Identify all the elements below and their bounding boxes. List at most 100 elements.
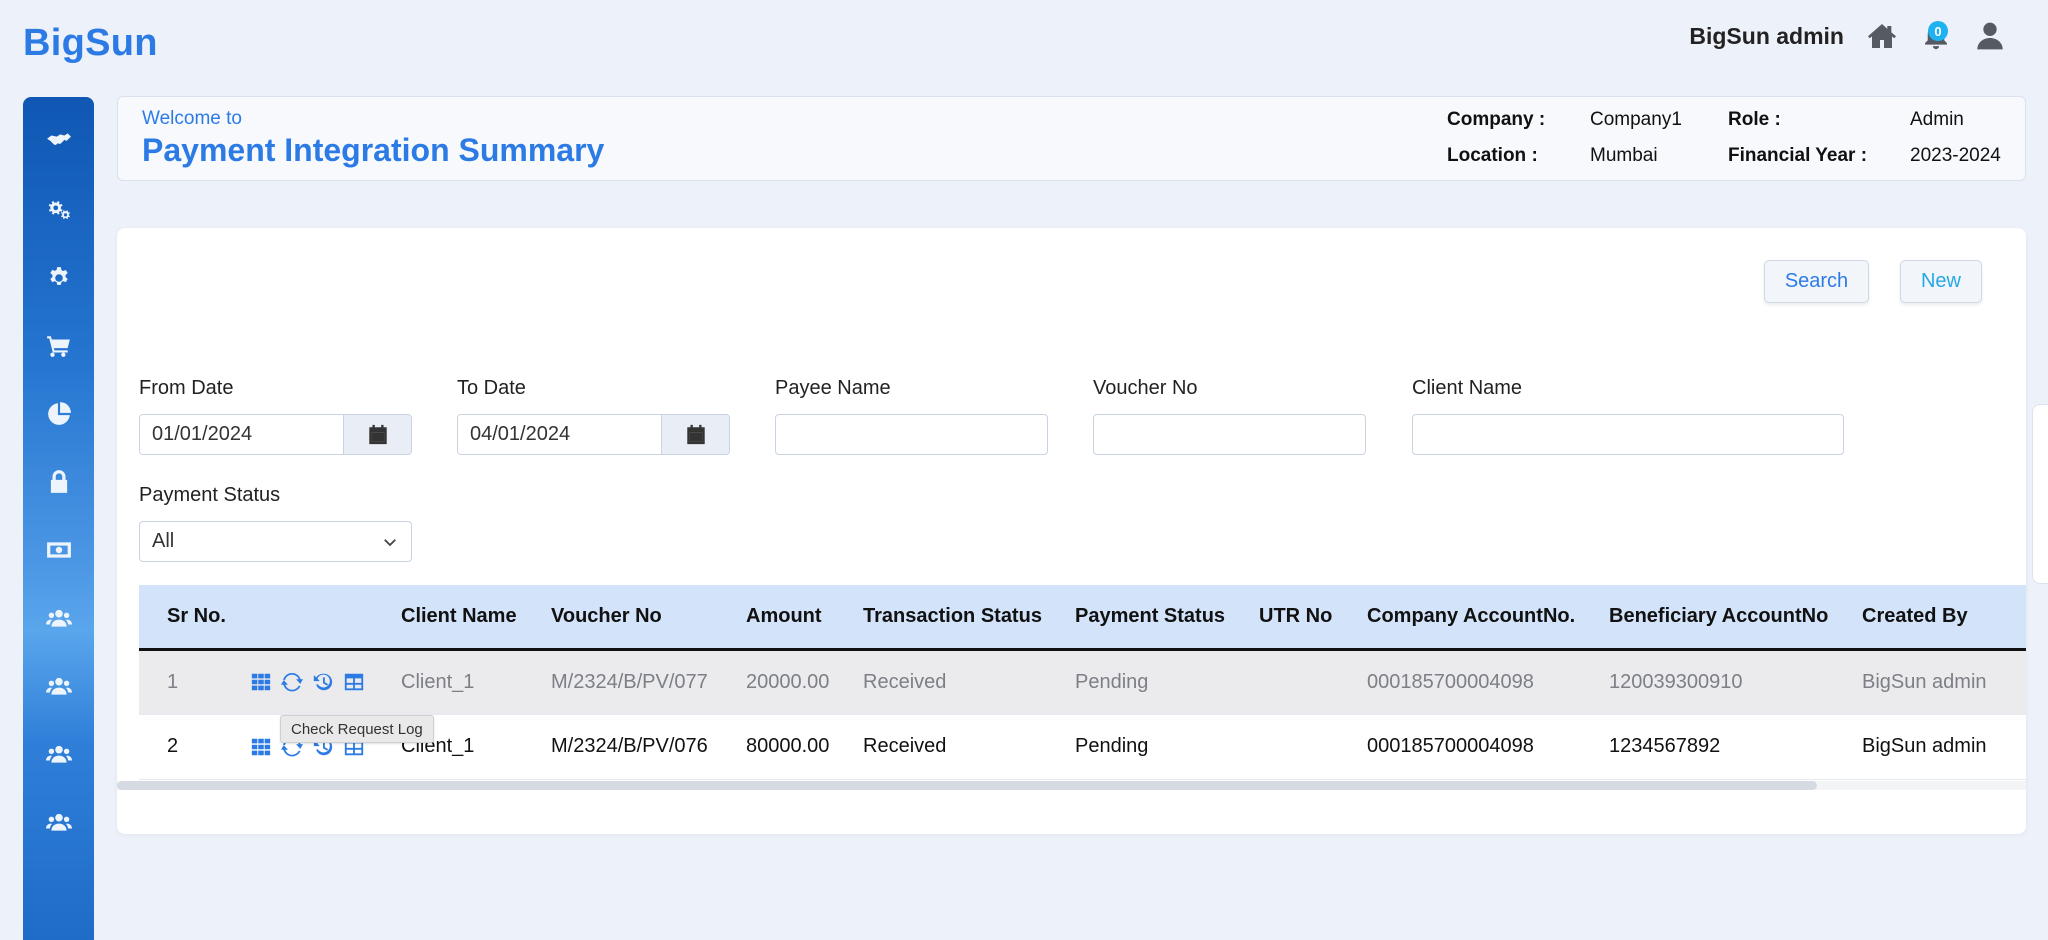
location-value: Mumbai — [1590, 145, 1658, 166]
cell-created-by: BigSun admin — [1854, 714, 2026, 780]
from-date-field: 01/01/2024 — [139, 414, 412, 455]
side-panel-handle[interactable] — [2032, 404, 2048, 584]
bell-icon[interactable]: 0 — [1918, 18, 1954, 54]
sidebar-item-cart[interactable] — [23, 312, 94, 380]
cell-voucher-no: M/2324/B/PV/077 — [543, 649, 738, 715]
role-value: Admin — [1910, 109, 1964, 130]
cell-company-account-no: 000185700004098 — [1359, 714, 1601, 780]
col-amount[interactable]: Amount — [738, 585, 855, 651]
from-date-calendar-button[interactable] — [343, 415, 411, 454]
user-icon[interactable] — [1972, 18, 2008, 54]
sidebar-item-users-4[interactable] — [23, 788, 94, 856]
cell-utr-no — [1251, 714, 1359, 780]
new-button[interactable]: New — [1900, 260, 1982, 303]
user-name: BigSun admin — [1689, 22, 1844, 49]
cart-icon — [46, 336, 70, 357]
sidebar — [23, 97, 94, 940]
cell-beneficiary-account-no: 120039300910 — [1601, 649, 1854, 715]
col-payment-status[interactable]: Payment Status — [1067, 585, 1251, 651]
search-button[interactable]: Search — [1764, 260, 1869, 303]
grid-view-icon[interactable] — [249, 671, 272, 694]
table-row[interactable]: 1 Client_1 M/2324/B/PV/077 20000.00 Rece… — [139, 649, 2026, 715]
cell-utr-no — [1251, 649, 1359, 715]
page-title: Payment Integration Summary — [142, 132, 605, 168]
company-value: Company1 — [1590, 109, 1682, 130]
cell-amount: 80000.00 — [738, 714, 855, 780]
sidebar-item-users-2[interactable] — [23, 652, 94, 720]
notification-badge: 0 — [1928, 21, 1948, 41]
scrollbar-thumb[interactable] — [117, 781, 1817, 790]
grid-view-icon[interactable] — [249, 735, 272, 758]
cell-transaction-status: Received — [855, 714, 1067, 780]
payee-name-label: Payee Name — [775, 377, 891, 399]
col-actions — [241, 585, 393, 651]
company-label: Company : — [1447, 109, 1546, 130]
sidebar-item-payments[interactable] — [23, 516, 94, 584]
users-icon — [45, 609, 72, 627]
calendar-icon — [368, 424, 387, 444]
topbar-user-area: BigSun admin 0 — [1689, 14, 2008, 58]
cell-actions — [241, 649, 393, 715]
check-request-log-tooltip: Check Request Log — [280, 715, 434, 743]
from-date-input[interactable]: 01/01/2024 — [140, 415, 343, 454]
sidebar-item-security[interactable] — [23, 448, 94, 516]
main-card: Search New From Date 01/01/2024 To Date … — [117, 228, 2026, 834]
cell-payment-status: Pending — [1067, 714, 1251, 780]
col-beneficiary-account-no[interactable]: Beneficiary AccountNo — [1601, 585, 1854, 651]
to-date-field: 04/01/2024 — [457, 414, 730, 455]
cell-beneficiary-account-no: 1234567892 — [1601, 714, 1854, 780]
location-label: Location : — [1447, 145, 1538, 166]
col-created-by[interactable]: Created By — [1854, 585, 2026, 651]
users-icon — [45, 813, 72, 831]
users-icon — [45, 677, 72, 695]
cell-sr: 2 — [139, 714, 241, 780]
col-sr-no[interactable]: Sr No. — [139, 585, 241, 651]
sidebar-item-reports[interactable] — [23, 380, 94, 448]
results-table: Sr No. Client Name Voucher No Amount Tra… — [139, 585, 2026, 780]
to-date-calendar-button[interactable] — [661, 415, 729, 454]
payment-status-value: All — [152, 530, 175, 552]
cell-sr: 1 — [139, 649, 241, 715]
refresh-icon[interactable] — [280, 671, 303, 694]
col-transaction-status[interactable]: Transaction Status — [855, 585, 1067, 651]
payee-name-input[interactable] — [775, 414, 1048, 455]
table-header-row: Sr No. Client Name Voucher No Amount Tra… — [139, 585, 2026, 651]
sidebar-item-users-1[interactable] — [23, 584, 94, 652]
cell-voucher-no: M/2324/B/PV/076 — [543, 714, 738, 780]
cell-payment-status: Pending — [1067, 649, 1251, 715]
welcome-text: Welcome to — [142, 108, 242, 129]
calendar-icon — [686, 424, 705, 444]
chevron-down-icon — [384, 538, 396, 546]
gear-icon — [49, 267, 68, 285]
table-view-icon[interactable] — [342, 671, 365, 694]
voucher-no-input[interactable] — [1093, 414, 1366, 455]
gears-icon — [48, 201, 70, 220]
cell-created-by: BigSun admin — [1854, 649, 2026, 715]
brand-logo[interactable]: BigSun — [23, 22, 158, 65]
sidebar-item-settings[interactable] — [23, 244, 94, 312]
payment-status-label: Payment Status — [139, 484, 281, 506]
col-utr-no[interactable]: UTR No — [1251, 585, 1359, 651]
sidebar-item-gears[interactable] — [23, 176, 94, 244]
home-icon[interactable] — [1864, 18, 1900, 54]
users-icon — [45, 745, 72, 763]
col-voucher-no[interactable]: Voucher No — [543, 585, 738, 651]
to-date-input[interactable]: 04/01/2024 — [458, 415, 661, 454]
financial-year-value: 2023-2024 — [1910, 145, 2001, 166]
handshake-icon — [46, 133, 71, 145]
client-name-input[interactable] — [1412, 414, 1844, 455]
pie-chart-icon — [47, 402, 71, 425]
sidebar-item-handshake[interactable] — [23, 108, 94, 176]
col-company-account-no[interactable]: Company AccountNo. — [1359, 585, 1601, 651]
history-icon[interactable] — [311, 671, 334, 694]
client-name-label: Client Name — [1412, 377, 1523, 399]
payment-status-select[interactable]: All — [139, 521, 412, 562]
cell-amount: 20000.00 — [738, 649, 855, 715]
sidebar-item-users-3[interactable] — [23, 720, 94, 788]
lock-icon — [50, 470, 67, 493]
col-client-name[interactable]: Client Name — [393, 585, 543, 651]
from-date-label: From Date — [139, 377, 234, 399]
horizontal-scrollbar[interactable] — [117, 781, 2026, 790]
cell-company-account-no: 000185700004098 — [1359, 649, 1601, 715]
to-date-label: To Date — [457, 377, 526, 399]
